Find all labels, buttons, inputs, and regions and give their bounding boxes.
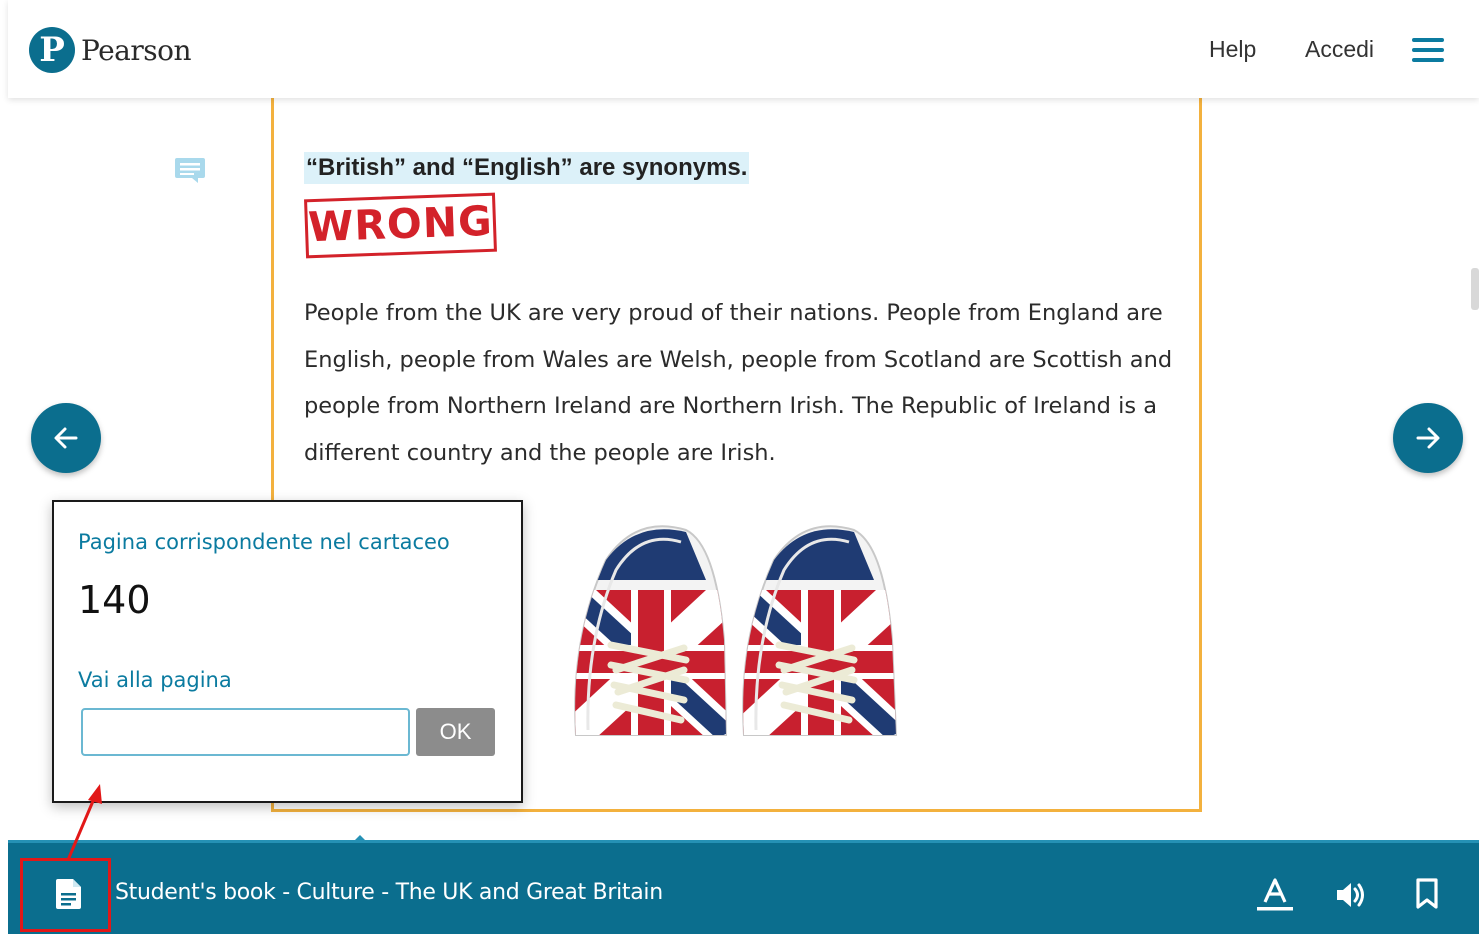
print-page-label: Pagina corrispondente nel cartaceo xyxy=(78,530,450,554)
annotation-arrow xyxy=(66,784,102,861)
arrow-left-icon xyxy=(54,427,78,449)
reader-screen: P Pearson Help Accedi “British” and “Eng… xyxy=(0,0,1479,934)
chapter-title: Student's book - Culture - The UK and Gr… xyxy=(115,880,663,905)
top-header: P Pearson Help Accedi xyxy=(8,0,1479,98)
hamburger-menu-icon[interactable] xyxy=(1412,38,1444,64)
body-paragraph: People from the UK are very proud of the… xyxy=(304,300,1173,466)
goto-page-input[interactable] xyxy=(81,708,410,756)
print-page-number: 140 xyxy=(78,578,151,622)
union-jack-sneakers-image xyxy=(574,525,898,736)
login-link[interactable]: Accedi xyxy=(1305,36,1374,63)
goto-page-label: Vai alla pagina xyxy=(78,668,232,692)
comment-icon[interactable] xyxy=(174,156,206,184)
annotation-highlight-box xyxy=(20,858,111,932)
audio-icon[interactable] xyxy=(1334,878,1368,912)
pearson-logo-mark: P xyxy=(29,27,75,73)
help-link[interactable]: Help xyxy=(1209,36,1256,63)
highlighted-statement: “British” and “English” are synonyms. xyxy=(304,152,750,184)
font-size-icon[interactable] xyxy=(1256,876,1294,914)
bookmark-icon[interactable] xyxy=(1414,878,1440,910)
ok-button[interactable]: OK xyxy=(416,708,495,756)
pearson-logo[interactable]: P Pearson xyxy=(29,27,192,73)
page-jump-popup: Pagina corrispondente nel cartaceo 140 V… xyxy=(52,500,523,803)
previous-page-button[interactable] xyxy=(31,403,101,473)
brand-name: Pearson xyxy=(81,33,192,67)
wrong-stamp: WRONG xyxy=(304,192,497,259)
scrollbar-handle[interactable] xyxy=(1471,268,1479,310)
arrow-right-icon xyxy=(1416,427,1440,449)
next-page-button[interactable] xyxy=(1393,403,1463,473)
